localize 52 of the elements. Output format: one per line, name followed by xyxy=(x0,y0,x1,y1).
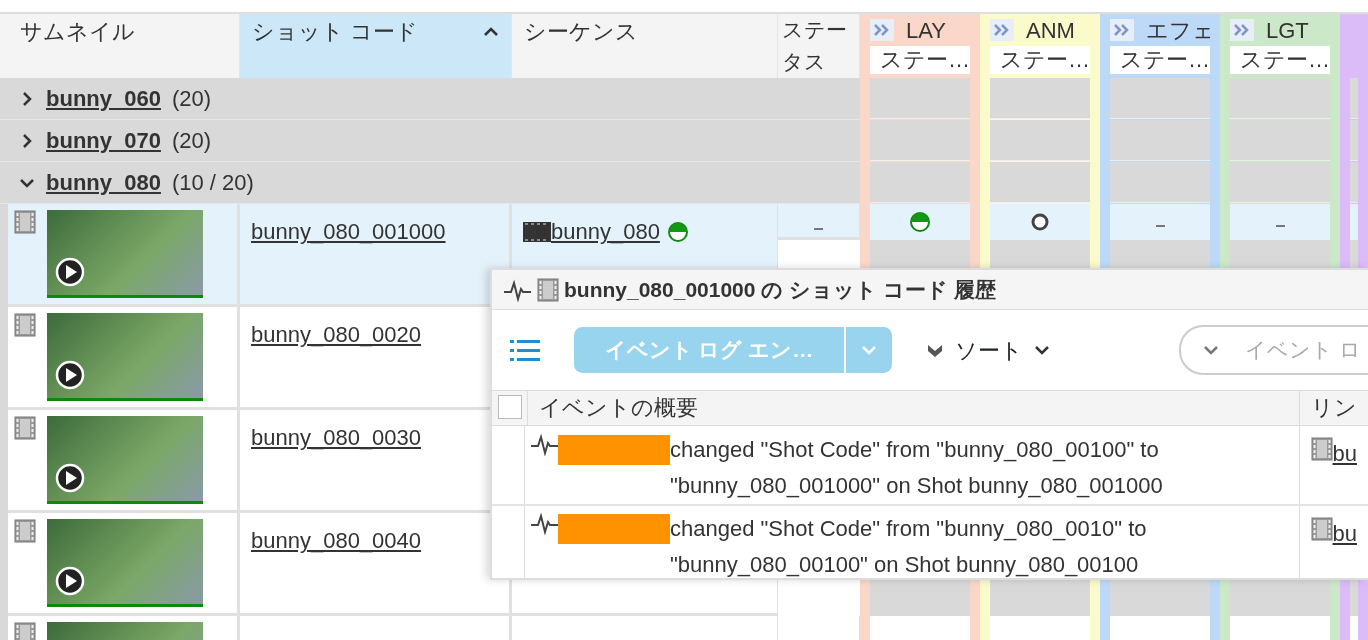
list-view-icon[interactable] xyxy=(510,337,540,363)
shot-link[interactable]: bunny_080_0040 xyxy=(251,528,422,553)
step-status-header[interactable]: ステー… xyxy=(990,46,1090,74)
column-header[interactable]: ショット コード xyxy=(240,14,512,78)
film-icon xyxy=(13,621,36,640)
group-row[interactable]: bunny_080 (10 / 20) xyxy=(8,162,860,204)
column-header[interactable]: イベントの概要 xyxy=(528,391,1300,425)
sequence-link[interactable]: bunny_080 xyxy=(551,215,660,248)
shot-link[interactable]: bunny_080_0020 xyxy=(251,322,422,347)
select-all-checkbox[interactable] xyxy=(498,395,522,419)
group-count: (20) xyxy=(171,85,212,113)
play-icon[interactable] xyxy=(54,359,85,390)
film-icon xyxy=(13,415,36,440)
film-icon xyxy=(13,518,36,543)
sort-chevrons-icon xyxy=(925,342,944,358)
play-icon[interactable] xyxy=(54,565,85,596)
step-status-header[interactable]: ステー… xyxy=(870,46,970,74)
group-link[interactable]: bunny_080 xyxy=(46,166,161,199)
step-status-header[interactable]: ステー… xyxy=(1110,46,1210,74)
expand-icon xyxy=(990,19,1014,41)
film-strip-icon xyxy=(523,221,551,242)
film-icon xyxy=(1310,437,1333,461)
play-icon[interactable] xyxy=(54,256,85,287)
group-link[interactable]: bunny_060 xyxy=(46,82,161,115)
event-description: changed "Shot Code" from "bunny_080_0010" to "bunny_080_00100" on Shot bunny_080_00100 xyxy=(670,515,1148,578)
film-icon xyxy=(13,209,36,234)
expand-icon xyxy=(1110,19,1134,41)
play-icon[interactable] xyxy=(54,462,85,493)
step-status-header[interactable]: ステー… xyxy=(1230,46,1330,74)
group-row[interactable]: bunny_070 (20) xyxy=(8,120,860,162)
link-text[interactable]: bu xyxy=(1332,516,1357,550)
group-row[interactable]: bunny_060 (20) xyxy=(8,78,860,120)
shot-link[interactable]: bunny_080_001000 xyxy=(251,219,446,244)
column-header[interactable]: リン xyxy=(1300,391,1368,425)
group-count: (20) xyxy=(171,127,212,155)
expand-icon xyxy=(870,19,894,41)
step-label: LAY xyxy=(906,16,946,45)
expand-icon xyxy=(1230,19,1254,41)
film-icon xyxy=(536,277,559,302)
sort-button[interactable]: ソート xyxy=(908,324,1067,376)
step-label: ANM xyxy=(1026,16,1075,45)
film-icon xyxy=(13,312,36,337)
column-header[interactable]: シーケンス xyxy=(512,14,778,78)
pulse-icon xyxy=(530,511,558,535)
panel-title: bunny_080_001000 の ショット コード 履歴 xyxy=(564,276,996,303)
film-icon xyxy=(1310,516,1333,541)
shot-link[interactable]: bunny_080_0030 xyxy=(251,425,422,450)
link-text[interactable]: bu xyxy=(1332,437,1357,470)
group-link[interactable]: bunny_070 xyxy=(46,124,161,157)
group-count: (10 / 20) xyxy=(171,169,254,197)
column-header[interactable]: ステータス xyxy=(778,14,860,78)
step-label: LGT xyxy=(1266,16,1309,45)
